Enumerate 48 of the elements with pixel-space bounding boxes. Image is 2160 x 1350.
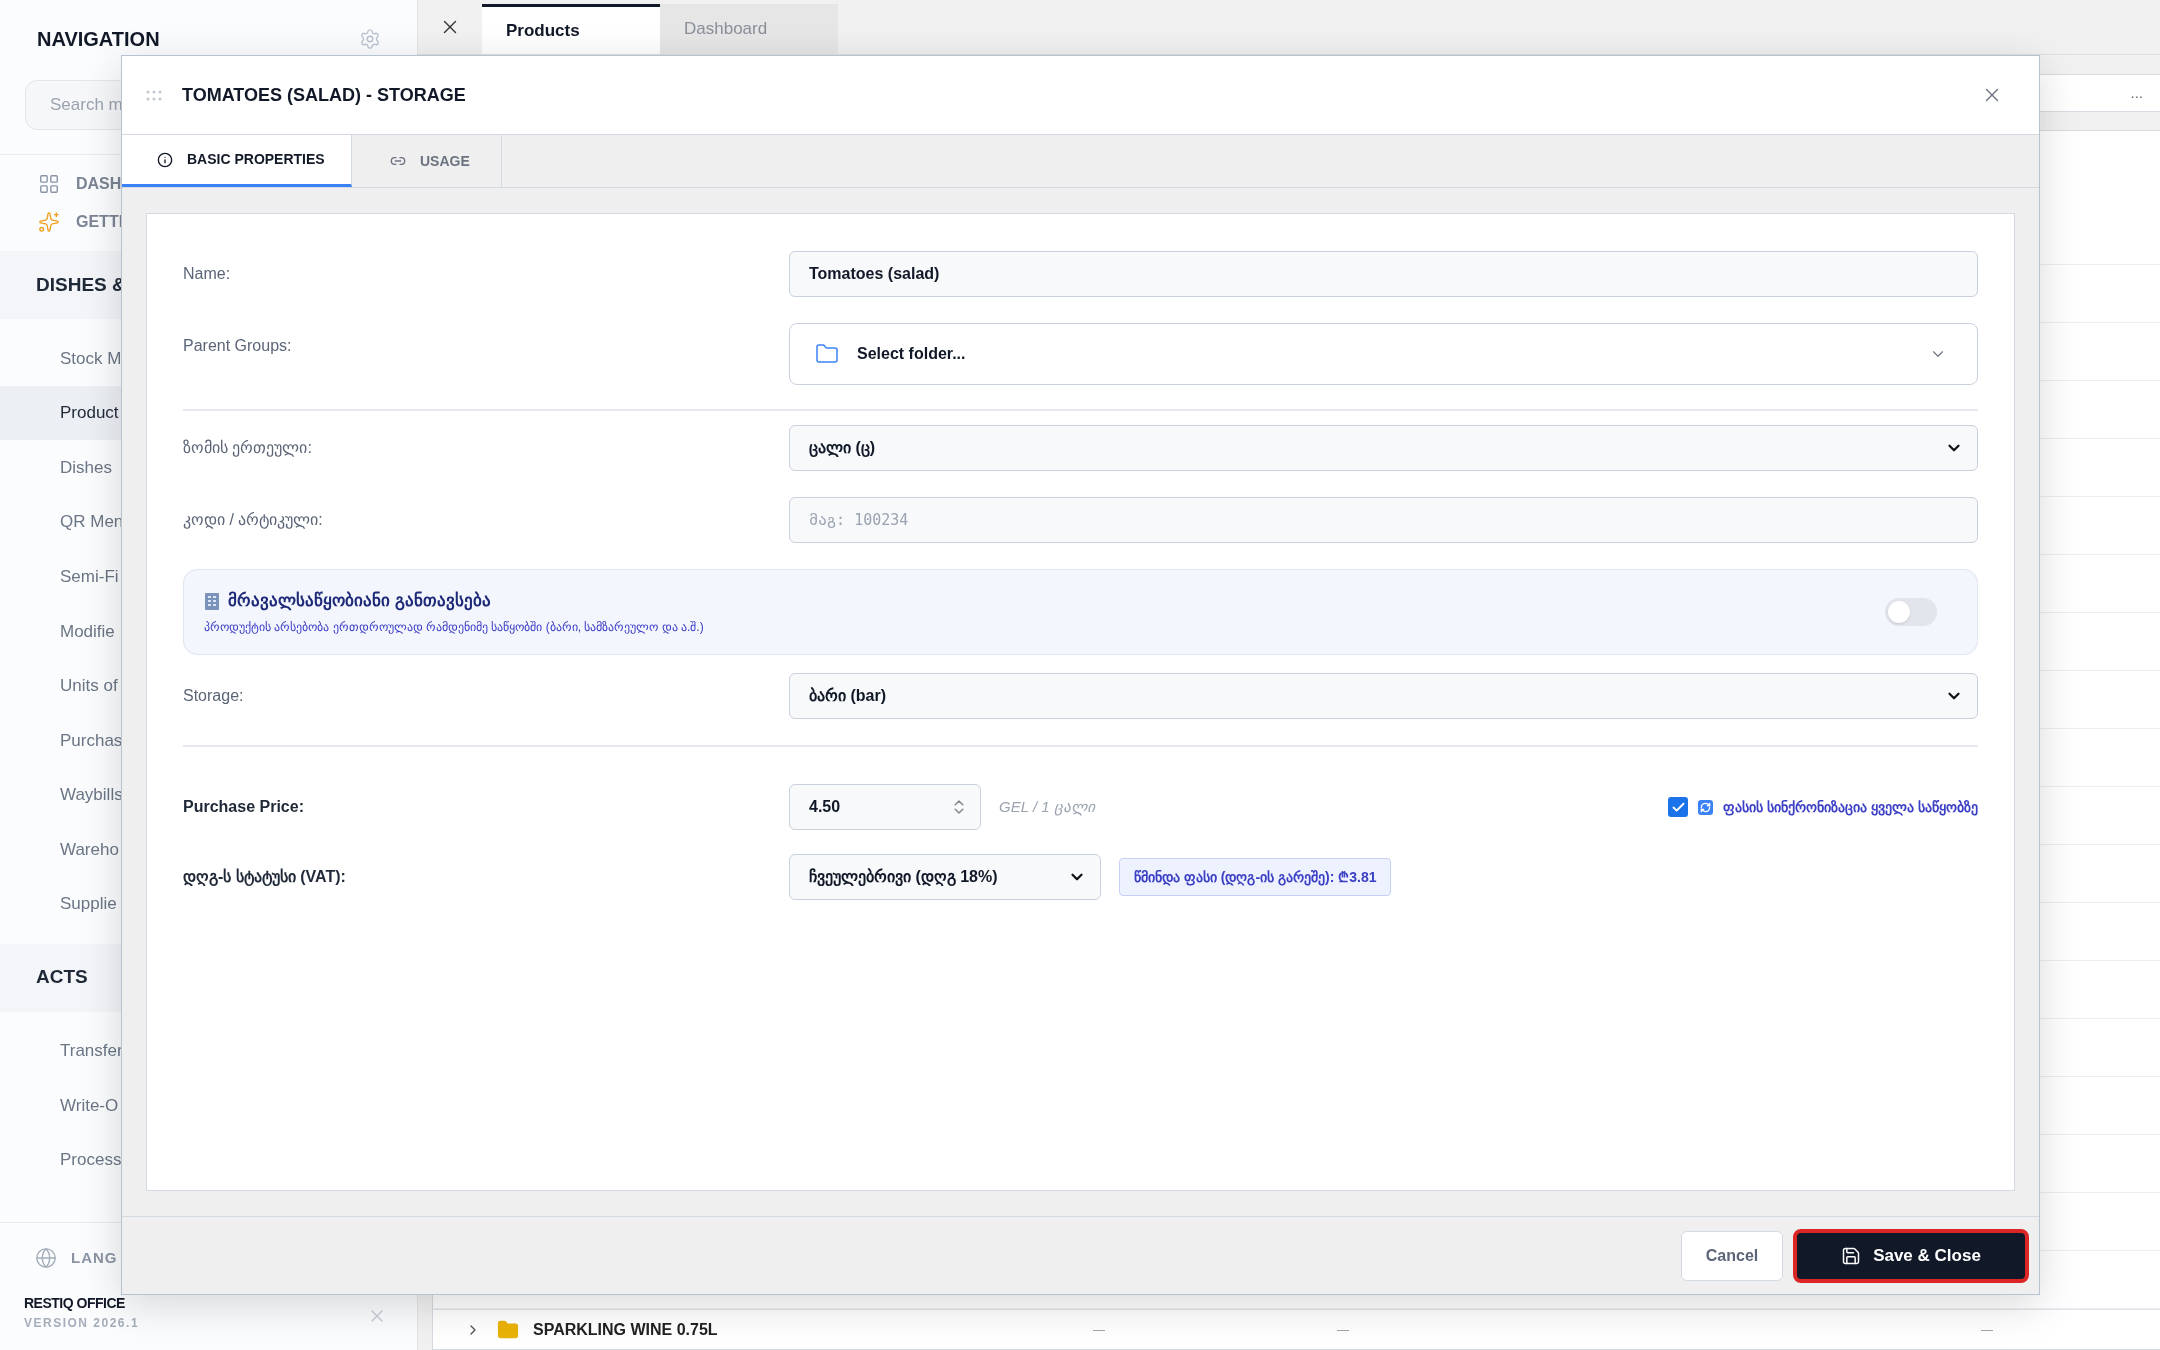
brand-name: RESTIQ OFFICE (24, 1294, 126, 1313)
dialog-tab[interactable]: BASIC PROPERTIES (122, 135, 352, 187)
vat-select[interactable]: ჩვეულებრივი (დღგ 18%) (789, 854, 1101, 900)
field-label: Purchase Price: (183, 797, 305, 817)
panel-title: მრავალსაწყობიანი განთავსება (228, 590, 491, 613)
table-cell-text: SPARKLING WINE 0.75L (533, 1319, 719, 1340)
field-label: ზომის ერთეული: (183, 438, 313, 459)
info-icon (157, 151, 173, 168)
save-close-button[interactable]: Save & Close (1793, 1228, 2029, 1283)
drag-handle-icon[interactable] (146, 89, 164, 101)
building-icon (204, 592, 220, 610)
price-field[interactable]: 4.50 (789, 784, 981, 830)
field-label: Name: (183, 264, 232, 284)
navigation-title: NAVIGATION (37, 27, 160, 52)
field-label: Storage: (183, 686, 245, 706)
net-price-badge: წმინდა ფასი (დღგ-ის გარეშე): ₾3.81 (1119, 858, 1392, 896)
globe-icon (35, 1247, 57, 1269)
table-cell-text: — (1337, 1321, 1350, 1339)
code-field[interactable]: მაგ: 100234 (789, 497, 1978, 543)
field-label: კოდი / არტიკული: (183, 510, 324, 531)
unit-select[interactable]: ცალი (ც) (789, 425, 1978, 471)
page-tab[interactable]: Products (482, 4, 660, 54)
cancel-button[interactable]: Cancel (1681, 1230, 1783, 1281)
dialog-tab[interactable]: USAGE (352, 135, 502, 187)
page-tab[interactable]: Dashboard (660, 4, 838, 54)
field-label: Parent Groups: (183, 336, 293, 356)
table-cell-text: — (1981, 1321, 1994, 1339)
language-link[interactable]: LANG (71, 1246, 118, 1270)
sparkles-icon (38, 211, 60, 233)
save-icon (1841, 1245, 1862, 1266)
folder-icon (815, 342, 839, 366)
storage-select[interactable]: ბარი (bar) (789, 673, 1978, 719)
sync-checkbox[interactable] (1668, 797, 1689, 817)
name-field[interactable]: Tomatoes (salad) (789, 251, 1978, 297)
version-text: VERSION 2026.1 (24, 1315, 140, 1332)
folder-select[interactable]: Select folder... (789, 323, 1978, 385)
panel-description: პროდუქტის არსებობა ერთდროულად რამდენიმე საწყობში (ბარი, სამზარეულო და ა.შ.) (204, 618, 704, 636)
sync-icon (1698, 799, 1714, 815)
grid-icon (38, 173, 60, 195)
field-label: დღგ-ს სტატუსი (VAT): (183, 867, 347, 888)
table-cell-text: — (1093, 1321, 1106, 1339)
dialog-title: TOMATOES (SALAD) - STORAGE (182, 83, 466, 107)
toggle-switch[interactable] (1885, 598, 1937, 626)
folder-icon (497, 1318, 519, 1341)
nav-link[interactable]: DASH (76, 172, 122, 196)
sync-label: ფასის სინქრონიზაცია ყველა საწყობზე (1723, 797, 1978, 818)
price-unit: GEL / 1 ცალი (999, 796, 1095, 818)
settings-icon[interactable] (359, 28, 381, 50)
